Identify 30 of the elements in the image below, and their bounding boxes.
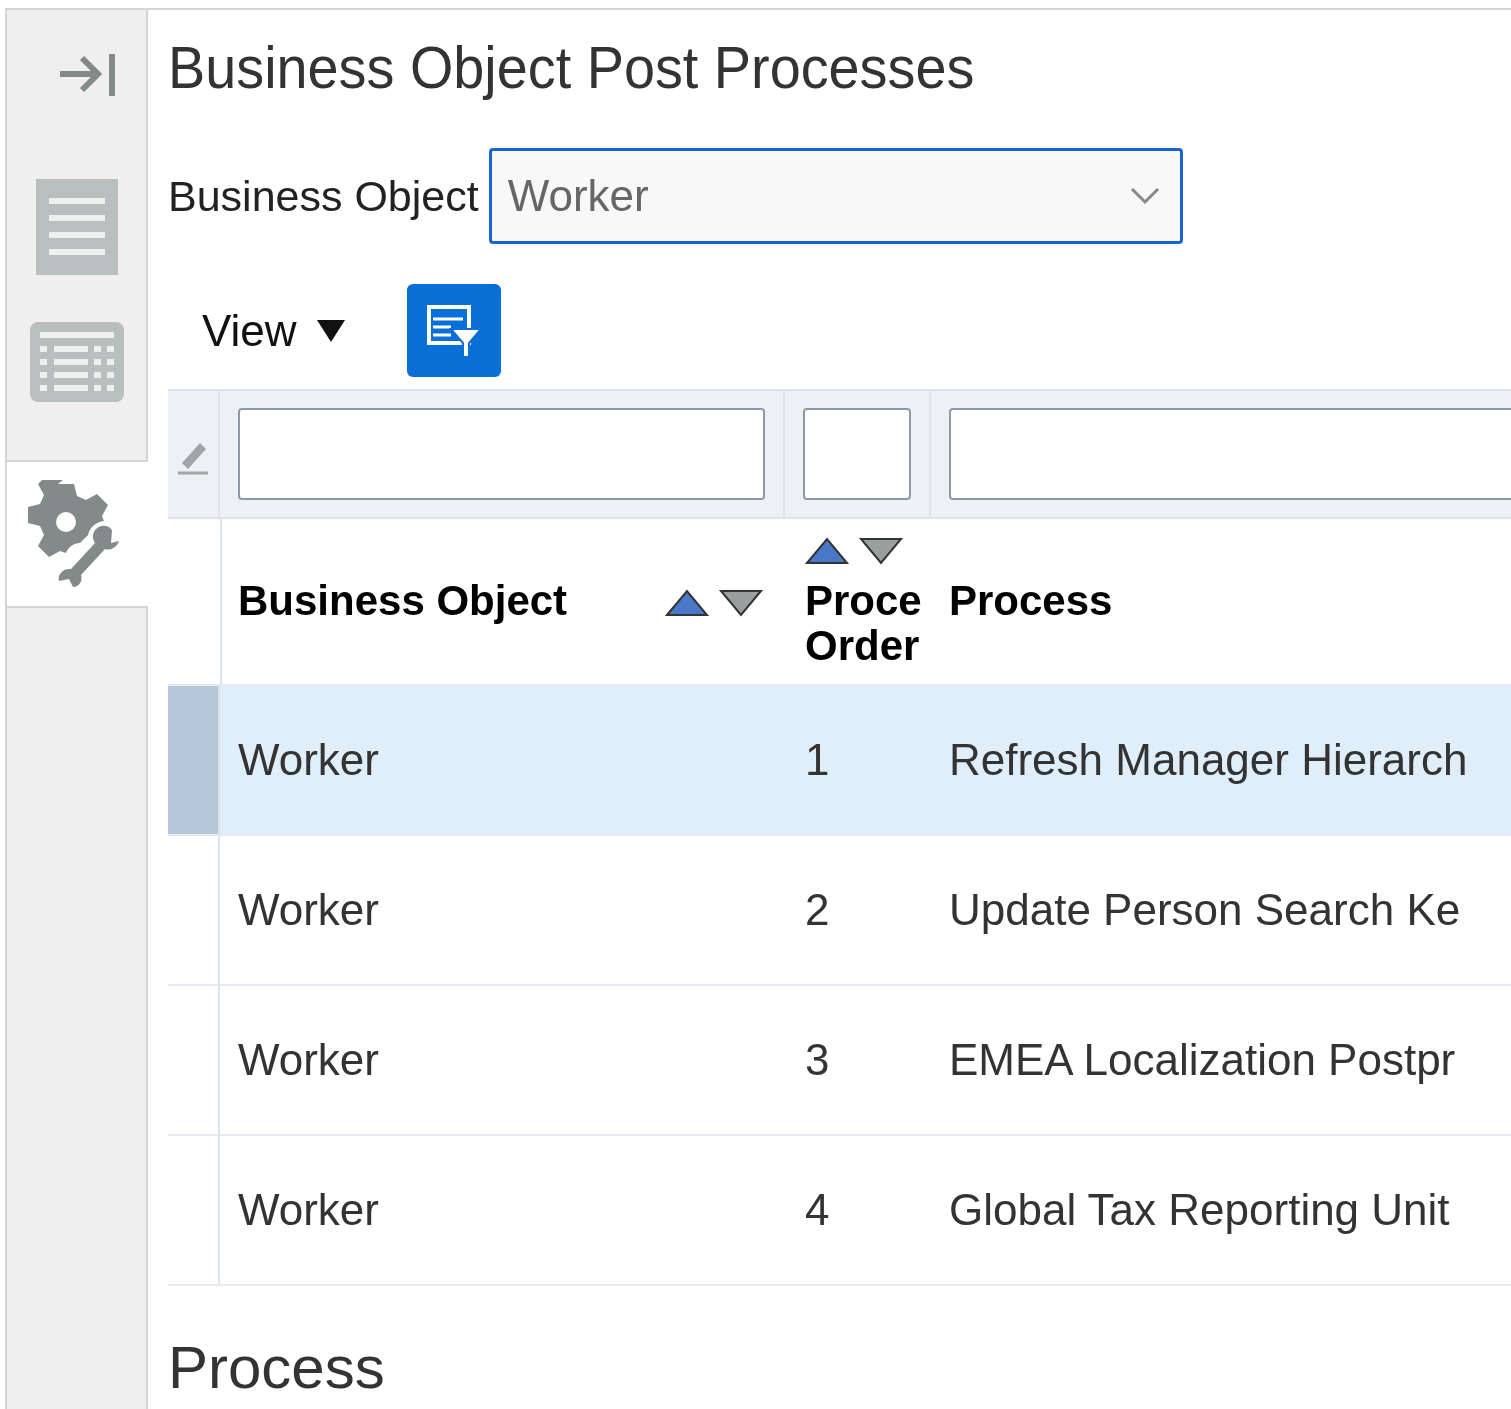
field-label: Business Object [168,171,479,221]
caret-icon [316,319,345,342]
table-cell: Update Person Search Ke [949,885,1461,935]
table-cell: Worker [238,735,379,785]
document-icon [35,179,118,275]
table-cell: 2 [805,885,830,935]
page-title: Business Object Post Processes [168,38,976,98]
table-cell: 3 [805,1035,830,1085]
filter-button[interactable] [406,284,501,377]
column-header[interactable]: Business Object [238,579,568,624]
table-cell: 1 [805,735,830,785]
column-header[interactable]: Process [949,579,1113,624]
business-object-select[interactable]: Worker [488,148,1183,244]
table-cell: Global Tax Reporting Unit [949,1185,1450,1235]
view-menu[interactable]: View [202,305,345,356]
filter-field[interactable] [803,408,911,500]
sidebar-tab[interactable] [7,460,148,608]
table-cell: EMEA Localization Postpr [949,1035,1456,1085]
chevron-down-icon [1129,187,1160,205]
table-cell: Worker [238,885,379,935]
table-cell: Refresh Manager Hierarch [949,735,1468,785]
table-cell: Worker [238,1185,379,1235]
table-filter-icon [426,304,481,357]
table-cell: Worker [238,1035,379,1085]
table-cell: 4 [805,1185,830,1235]
table-icon [29,322,124,402]
filter-field[interactable] [949,408,1511,500]
section-title: Process [168,1338,386,1398]
filter-field[interactable] [238,408,765,500]
column-header[interactable]: Proce Order [805,579,931,668]
